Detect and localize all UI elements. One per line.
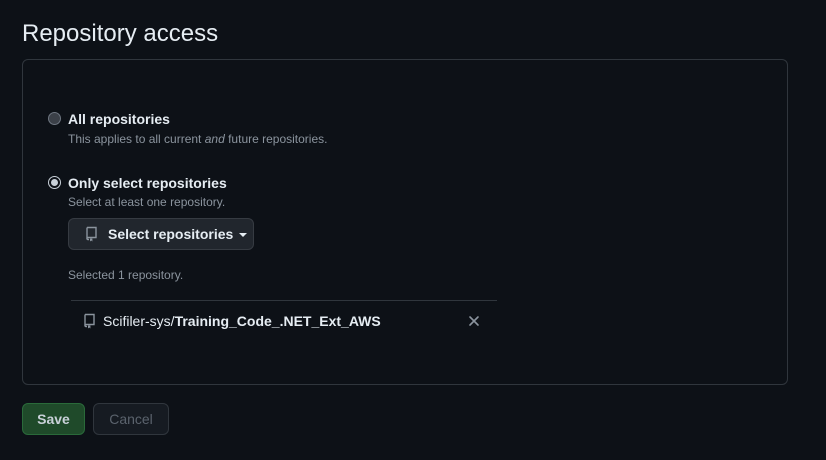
- select-repositories-label: Select repositories: [108, 226, 234, 242]
- all-repositories-radio[interactable]: [48, 112, 61, 125]
- all-repositories-description: This applies to all current and future r…: [68, 131, 327, 147]
- repository-access-panel: All repositories This applies to all cur…: [22, 59, 788, 385]
- select-repositories-button[interactable]: Select repositories: [68, 218, 254, 250]
- repository-access-page: Repository access All repositories This …: [0, 0, 826, 460]
- repo-owner: Scifiler-sys/: [103, 313, 175, 329]
- divider: [71, 300, 497, 301]
- description-text: future repositories.: [224, 132, 328, 146]
- section-title: Repository access: [22, 20, 219, 47]
- save-button[interactable]: Save: [22, 403, 85, 435]
- cancel-button[interactable]: Cancel: [93, 403, 169, 435]
- description-emphasis: and: [204, 132, 225, 146]
- caret-down-icon: [239, 233, 248, 237]
- repo-icon: [86, 226, 97, 242]
- close-icon[interactable]: [467, 314, 481, 328]
- selected-count-text: Selected 1 repository.: [68, 268, 184, 282]
- only-select-repositories-description: Select at least one repository.: [68, 195, 226, 209]
- all-repositories-label[interactable]: All repositories: [68, 110, 170, 128]
- description-text: This applies to all current: [68, 132, 205, 146]
- only-select-repositories-radio[interactable]: [48, 176, 61, 189]
- only-select-repositories-label[interactable]: Only select repositories: [68, 174, 227, 192]
- selected-repo-row: Scifiler-sys/Training_Code_.NET_Ext_AWS: [83, 311, 483, 331]
- repo-name: Training_Code_.NET_Ext_AWS: [174, 313, 381, 329]
- repo-icon: [84, 313, 95, 329]
